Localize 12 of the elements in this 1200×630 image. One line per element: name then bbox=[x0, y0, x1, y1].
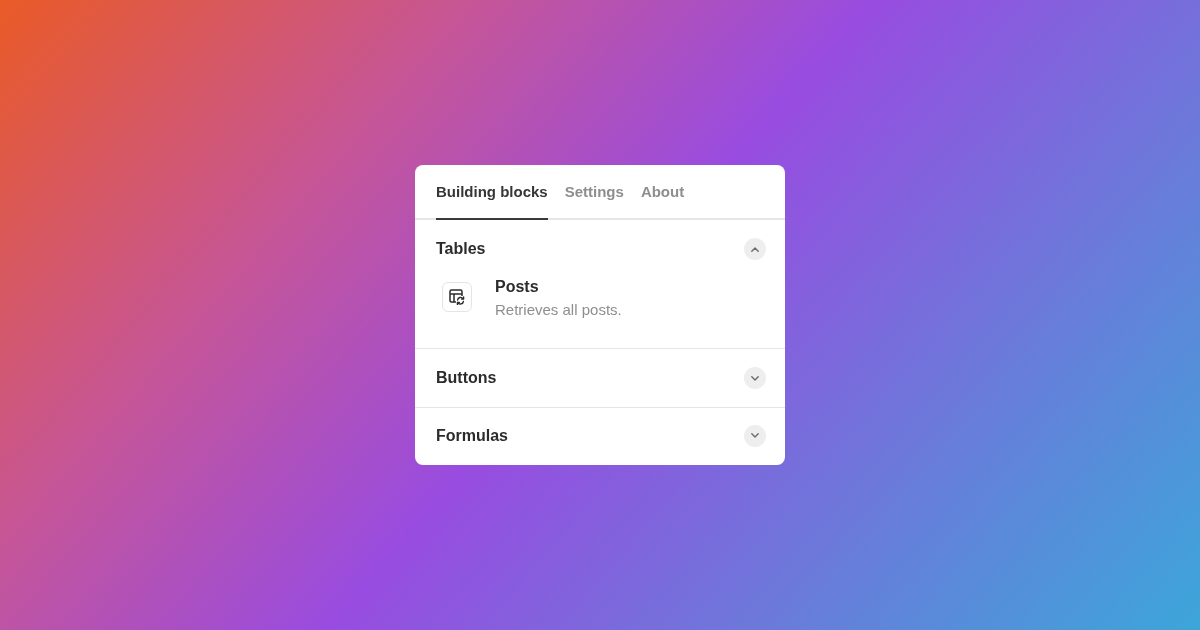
tab[interactable]: Building blocks bbox=[436, 165, 548, 220]
tab[interactable]: Settings bbox=[564, 165, 624, 220]
item-description: Retrieves all posts. bbox=[495, 300, 622, 320]
collapse-button[interactable] bbox=[744, 238, 766, 260]
section-title: Buttons bbox=[436, 369, 497, 387]
section-title: Tables bbox=[436, 240, 486, 258]
section-title: Formulas bbox=[436, 426, 508, 445]
expand-button[interactable] bbox=[744, 424, 766, 447]
tab[interactable]: About bbox=[640, 165, 685, 220]
table-sync-icon bbox=[442, 282, 472, 312]
item-title: Posts bbox=[495, 278, 540, 296]
expand-button[interactable] bbox=[744, 367, 766, 389]
